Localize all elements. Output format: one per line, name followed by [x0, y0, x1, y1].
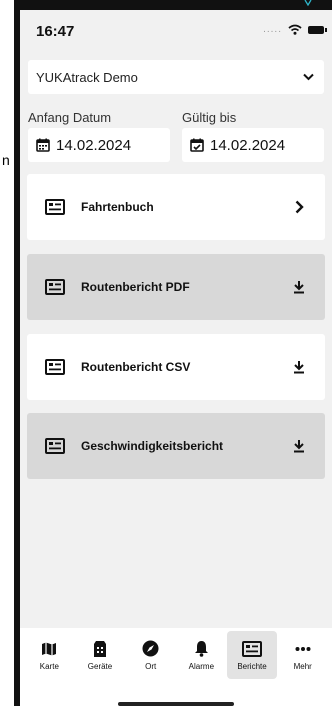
download-icon — [294, 440, 304, 453]
bell-icon — [194, 641, 208, 657]
report-label: Routenbericht PDF — [81, 280, 190, 294]
report-icon — [45, 199, 65, 215]
report-geschwindigkeitsbericht[interactable]: Geschwindigkeitsbericht — [27, 413, 325, 479]
phone-screen: 16:47 ..... YUKAtrack Demo Anfang Datum … — [20, 10, 332, 706]
map-icon — [42, 642, 57, 655]
report-icon — [45, 438, 65, 454]
device-bezel-left — [0, 0, 20, 706]
tab-label: Alarme — [188, 661, 215, 671]
end-date-label: Gültig bis — [182, 110, 237, 125]
bottom-tab-bar: Karte Geräte Ort Alarme Berichte Mehr — [20, 628, 332, 682]
battery-icon — [308, 25, 327, 34]
tab-label: Geräte — [87, 661, 113, 671]
start-date-field[interactable]: 14.02.2024 — [28, 128, 170, 162]
compass-icon — [142, 640, 159, 657]
more-icon — [295, 646, 311, 651]
end-date-field[interactable]: 14.02.2024 — [182, 128, 324, 162]
device-icon — [94, 640, 106, 657]
tab-alarme[interactable]: Alarme — [176, 631, 227, 679]
report-routenbericht-csv[interactable]: Routenbericht CSV — [27, 334, 325, 400]
status-time: 16:47 — [36, 23, 75, 40]
tab-geraete[interactable]: Geräte — [75, 631, 126, 679]
report-label: Routenbericht CSV — [81, 360, 191, 374]
tab-label: Ort — [145, 661, 157, 671]
device-bezel-top — [14, 0, 332, 10]
tab-karte[interactable]: Karte — [24, 631, 75, 679]
device-frame: n 16:47 ..... YUKAtrack Demo Anfang Datu… — [0, 0, 332, 706]
chevron-right-icon — [295, 200, 304, 214]
tab-berichte[interactable]: Berichte — [226, 631, 278, 679]
report-label: Fahrtenbuch — [81, 200, 154, 214]
calendar-icon — [36, 138, 50, 152]
download-icon — [294, 361, 304, 374]
cyan-marker-icon — [304, 0, 312, 6]
report-icon — [242, 640, 263, 657]
tab-mehr[interactable]: Mehr — [277, 631, 328, 679]
report-routenbericht-pdf[interactable]: Routenbericht PDF — [27, 254, 325, 320]
calendar-check-icon — [190, 138, 204, 152]
background-letter: n — [2, 152, 10, 168]
report-label: Geschwindigkeitsbericht — [81, 439, 224, 453]
report-fahrtenbuch[interactable]: Fahrtenbuch — [27, 174, 325, 240]
start-date-label: Anfang Datum — [28, 110, 112, 125]
tab-label: Mehr — [293, 661, 312, 671]
download-icon — [294, 281, 304, 294]
status-bar: 16:47 ..... — [20, 10, 332, 56]
vehicle-select[interactable]: YUKAtrack Demo — [28, 60, 324, 94]
tab-ort[interactable]: Ort — [125, 631, 176, 679]
tab-label: Karte — [39, 661, 59, 671]
signal-dots-icon: ..... — [263, 24, 282, 35]
end-date-value: 14.02.2024 — [210, 136, 286, 154]
report-icon — [45, 359, 65, 375]
chevron-down-icon — [303, 73, 314, 81]
report-icon — [45, 279, 65, 295]
vehicle-select-value: YUKAtrack Demo — [36, 69, 138, 85]
wifi-icon — [288, 24, 302, 35]
tab-label: Berichte — [237, 661, 267, 671]
start-date-value: 14.02.2024 — [56, 136, 132, 154]
home-indicator[interactable] — [118, 702, 234, 706]
